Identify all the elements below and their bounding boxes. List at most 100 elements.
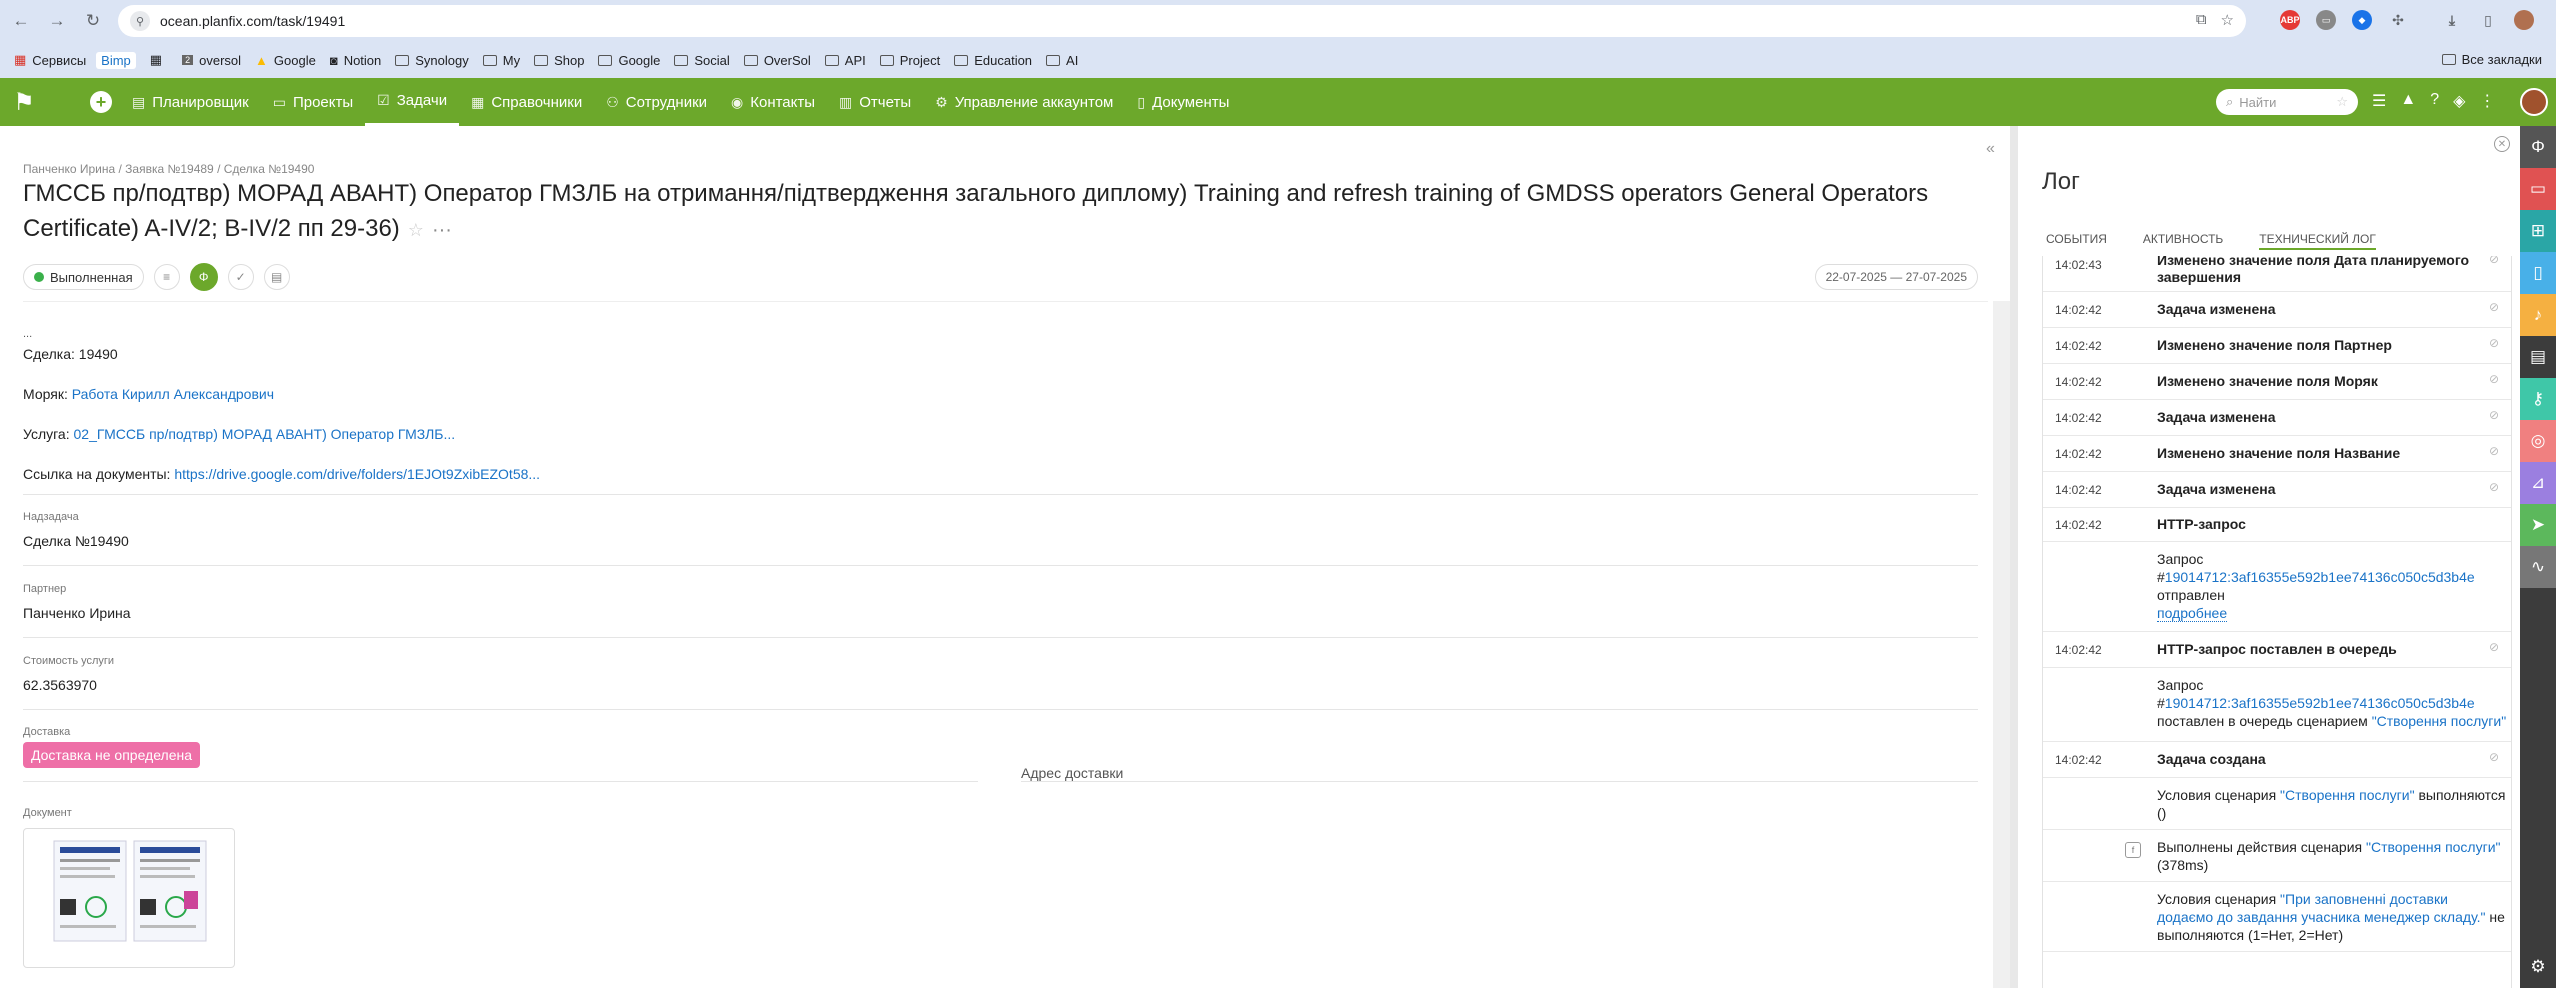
profile-avatar[interactable] bbox=[2514, 10, 2534, 30]
puzzle-icon[interactable]: ✣ bbox=[2388, 10, 2408, 30]
forward-icon[interactable]: → bbox=[42, 6, 72, 36]
bookmark-my[interactable]: My bbox=[482, 53, 520, 68]
nav-reports[interactable]: ▥ Отчеты bbox=[827, 78, 923, 126]
nav-projects[interactable]: ▭ Проекты bbox=[261, 78, 365, 126]
breadcrumb[interactable]: Панченко Ирина / Заявка №19489 / Сделка … bbox=[23, 162, 314, 176]
scenario-link[interactable]: "Створення послуги" bbox=[2372, 713, 2507, 729]
bookmark-project[interactable]: Project bbox=[879, 53, 940, 68]
bookmark-star-icon[interactable]: ☆ bbox=[2221, 11, 2234, 29]
nav-documents[interactable]: ▯ Документы bbox=[1125, 78, 1241, 126]
back-icon[interactable]: ← bbox=[6, 6, 36, 36]
address-bar[interactable]: ⚲ ocean.planfix.com/task/19491 ⧉ ☆ bbox=[118, 5, 2246, 37]
request-id-link[interactable]: 19014712:3af16355e592b1ee74136c050c5d3b4… bbox=[2165, 569, 2475, 585]
settings-gear-icon[interactable]: ⚙ bbox=[2520, 946, 2556, 988]
log-row[interactable]: 14:02:42 Изменено значение поля Название… bbox=[2043, 436, 2511, 472]
collapse-icon[interactable]: « bbox=[1986, 140, 1995, 158]
paperclip-icon[interactable]: ⊘ bbox=[2489, 256, 2499, 266]
service-link[interactable]: 02_ГМССБ пр/подтвр) МОРАД АВАНТ) Операто… bbox=[74, 426, 456, 442]
bookmark-google-drive[interactable]: ▲ Google bbox=[255, 53, 316, 68]
delivery-badge[interactable]: Доставка не определена bbox=[23, 742, 201, 768]
log-row[interactable]: 14:02:43 Изменено значение поля Дата пла… bbox=[2043, 256, 2511, 292]
scenario-link[interactable]: "Створення послуги" bbox=[2366, 839, 2501, 855]
log-row[interactable]: 14:02:42 HTTP-запрос bbox=[2043, 508, 2511, 542]
tree-icon[interactable]: ⊞ bbox=[2520, 210, 2556, 252]
log-row[interactable]: 14:02:42 Изменено значение поля Моряк ⊘ bbox=[2043, 364, 2511, 400]
layers-icon[interactable]: ◈ bbox=[2453, 91, 2465, 111]
bookmark-oversol-folder[interactable]: OverSol bbox=[743, 53, 811, 68]
date-range[interactable]: 22-07-2025 — 27-07-2025 bbox=[1814, 264, 1978, 290]
menu-lines-icon[interactable]: ☰ bbox=[2372, 91, 2386, 111]
favorite-star-icon[interactable]: ☆ bbox=[2336, 94, 2348, 110]
nav-tasks[interactable]: ☑ Задачи bbox=[365, 78, 460, 126]
scrollbar[interactable] bbox=[1993, 301, 2010, 988]
log-row[interactable]: 14:02:42 Задача создана ⊘ bbox=[2043, 742, 2511, 778]
help-icon[interactable]: ? bbox=[2430, 91, 2439, 111]
nav-planner[interactable]: ▤ Планировщик bbox=[120, 78, 261, 126]
chat-icon[interactable]: ▭ bbox=[2520, 168, 2556, 210]
paperclip-icon[interactable]: ⊘ bbox=[2489, 480, 2499, 494]
tab-technical-log[interactable]: Технический лог bbox=[2259, 232, 2376, 250]
document-thumbnail[interactable] bbox=[23, 828, 235, 968]
paperclip-icon[interactable]: ⊘ bbox=[2489, 300, 2499, 314]
bookmark-social[interactable]: Social bbox=[674, 53, 730, 68]
bookmark-oversol[interactable]: 2 oversol bbox=[182, 53, 241, 68]
log-row[interactable]: 14:02:42 Задача изменена ⊘ bbox=[2043, 400, 2511, 436]
log-row[interactable]: 14:02:42 Задача изменена ⊘ bbox=[2043, 292, 2511, 328]
dots-icon[interactable]: ⋮ bbox=[2479, 91, 2495, 111]
nav-account[interactable]: ⚙ Управление аккаунтом bbox=[923, 78, 1125, 126]
bookmark-services[interactable]: ▦ Сервисы bbox=[14, 52, 86, 68]
checklist-icon[interactable]: ≡ bbox=[153, 264, 180, 290]
sidepanel-icon[interactable]: ▯ bbox=[2478, 10, 2498, 30]
contact-card-icon[interactable]: ◎ bbox=[2520, 420, 2556, 462]
log-row[interactable]: 14:02:42 Задача изменена ⊘ bbox=[2043, 472, 2511, 508]
nav-directories[interactable]: ▦ Справочники bbox=[459, 78, 594, 126]
analytics-icon[interactable]: ⊿ bbox=[2520, 462, 2556, 504]
notification-icon[interactable]: ▲ bbox=[2400, 91, 2416, 111]
paperclip-icon[interactable]: ⊘ bbox=[2489, 444, 2499, 458]
bookmark-education[interactable]: Education bbox=[954, 53, 1032, 68]
bookmark-ai[interactable]: AI bbox=[1046, 53, 1078, 68]
abp-extension-icon[interactable]: ABP bbox=[2280, 10, 2300, 30]
shield-icon[interactable]: ◆ bbox=[2352, 10, 2372, 30]
reload-icon[interactable]: ↻ bbox=[78, 6, 108, 36]
more-icon[interactable]: ··· bbox=[432, 219, 452, 241]
install-icon[interactable]: ⧉ bbox=[2196, 11, 2207, 29]
url-text[interactable]: ocean.planfix.com/task/19491 bbox=[160, 13, 345, 29]
bookmark-shop[interactable]: Shop bbox=[534, 53, 584, 68]
menu-icon[interactable]: ⋮ bbox=[2550, 10, 2556, 30]
all-bookmarks[interactable]: Все закладки bbox=[2441, 52, 2542, 67]
bookmark-notion[interactable]: ◙ Notion bbox=[330, 53, 381, 68]
nav-employees[interactable]: ⚇ Сотрудники bbox=[594, 78, 719, 126]
download-icon[interactable]: ⤓ bbox=[2442, 10, 2462, 30]
bookmark-google-folder[interactable]: Google bbox=[598, 53, 660, 68]
paperclip-icon[interactable]: ⊘ bbox=[2489, 372, 2499, 386]
files-icon[interactable]: ▯ bbox=[2520, 252, 2556, 294]
key-icon[interactable]: ⚷ bbox=[2520, 378, 2556, 420]
tab-events[interactable]: События bbox=[2046, 232, 2107, 250]
planfix-logo-icon[interactable]: ⚑ bbox=[0, 78, 48, 126]
bookmark-bimp[interactable]: Bimp bbox=[96, 51, 136, 69]
status-badge[interactable]: Выполненная bbox=[23, 264, 144, 290]
user-avatar[interactable] bbox=[2520, 88, 2548, 116]
details-link[interactable]: подробнее bbox=[2157, 605, 2228, 622]
paperclip-icon[interactable]: ⊘ bbox=[2489, 336, 2499, 350]
paperclip-icon[interactable]: ⊘ bbox=[2489, 750, 2499, 764]
extension-icon[interactable]: ▭ bbox=[2316, 10, 2336, 30]
send-icon[interactable]: ➤ bbox=[2520, 504, 2556, 546]
sailor-link[interactable]: Работа Кирилл Александрович bbox=[72, 386, 274, 402]
add-icon[interactable]: + bbox=[90, 91, 112, 113]
search-input[interactable]: ⌕ Найти ☆ bbox=[2216, 89, 2358, 115]
parent-link[interactable]: Сделка №19490 bbox=[23, 533, 129, 549]
tab-activity[interactable]: Активность bbox=[2143, 232, 2223, 250]
docs-link[interactable]: https://drive.google.com/drive/folders/1… bbox=[174, 466, 540, 482]
bell-icon[interactable]: ♪ bbox=[2520, 294, 2556, 336]
nav-contacts[interactable]: ◉ Контакты bbox=[719, 78, 827, 126]
approve-icon[interactable]: ✓ bbox=[227, 264, 254, 290]
planfix-icon[interactable]: Φ bbox=[2520, 126, 2556, 168]
comment-icon[interactable]: ▤ bbox=[263, 264, 290, 290]
star-icon[interactable]: ☆ bbox=[408, 220, 424, 240]
log-row[interactable]: 14:02:42 Изменено значение поля Партнер … bbox=[2043, 328, 2511, 364]
action-icon[interactable]: Φ bbox=[189, 263, 218, 291]
clipboard-icon[interactable]: ▤ bbox=[2520, 336, 2556, 378]
wave-icon[interactable]: ∿ bbox=[2520, 546, 2556, 588]
